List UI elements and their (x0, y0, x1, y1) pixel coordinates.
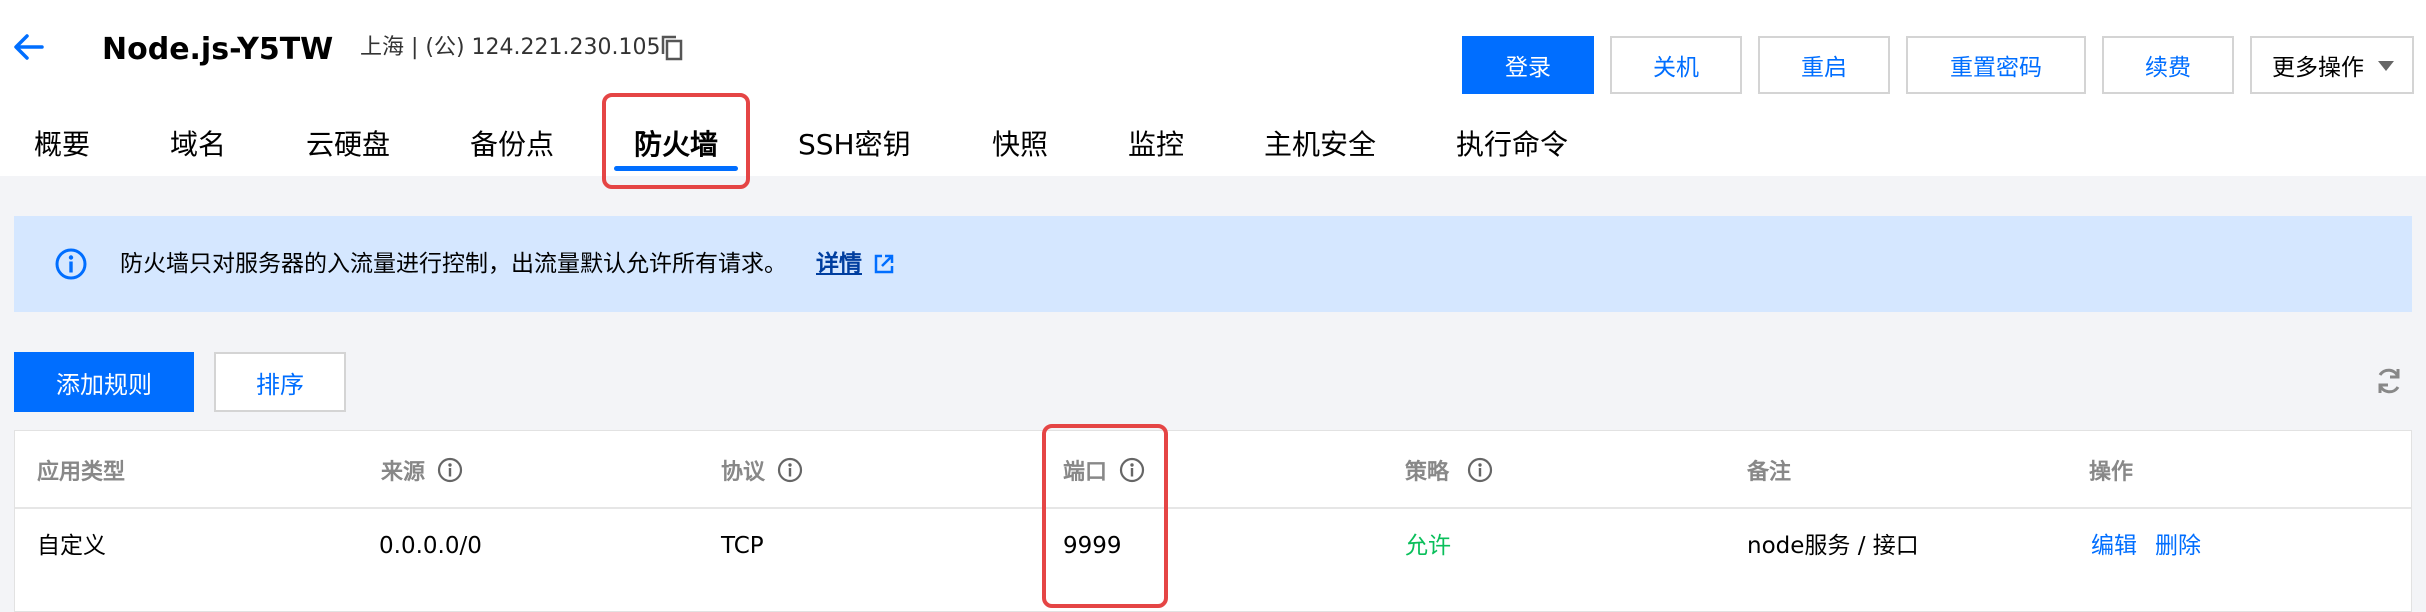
column-header-label: 应用类型 (37, 460, 126, 485)
info-icon (55, 248, 87, 280)
info-icon[interactable] (437, 457, 463, 483)
tab-snapshot[interactable]: 快照 (992, 118, 1048, 172)
column-header-protocol: 协议 (721, 431, 803, 509)
edit-link[interactable]: 编辑 (2091, 529, 2137, 563)
caret-down-icon (2378, 61, 2394, 71)
add-rule-button[interactable]: 添加规则 (14, 352, 194, 412)
details-link[interactable]: 详情 (816, 247, 862, 281)
more-actions-label: 更多操作 (2272, 55, 2364, 81)
arrow-left-icon[interactable] (12, 30, 46, 64)
column-header-label: 协议 (721, 460, 766, 485)
column-header-policy: 策略 (1405, 431, 1493, 509)
column-header-label: 操作 (2089, 460, 2134, 485)
tab-ssh-key[interactable]: SSH密钥 (798, 118, 911, 172)
table-header-row: 应用类型 来源 协议 端口 策略 备注 操作 (15, 431, 2411, 509)
tab-host-security[interactable]: 主机安全 (1264, 118, 1376, 172)
info-icon[interactable] (777, 457, 803, 483)
delete-link[interactable]: 删除 (2155, 529, 2201, 563)
tab-backup[interactable]: 备份点 (470, 118, 554, 172)
cell-app-type: 自定义 (37, 533, 106, 559)
column-header-label: 策略 (1405, 460, 1450, 485)
renew-button[interactable]: 续费 (2102, 36, 2234, 94)
cell-remark: node服务 / 接口 (1747, 533, 1919, 559)
column-header-label: 备注 (1747, 460, 1792, 485)
cell-policy: 允许 (1405, 533, 1451, 559)
reset-password-button[interactable]: 重置密码 (1906, 36, 2086, 94)
shutdown-button[interactable]: 关机 (1610, 36, 1742, 94)
column-header-label: 来源 (381, 460, 426, 485)
cell-source: 0.0.0.0/0 (379, 533, 482, 559)
column-header-source: 来源 (381, 431, 463, 509)
notice-text: 防火墙只对服务器的入流量进行控制，出流量默认允许所有请求。 (120, 251, 787, 277)
copy-icon[interactable] (660, 35, 684, 61)
tab-monitor[interactable]: 监控 (1128, 118, 1184, 172)
instance-header: Node.js-Y5TW 上海 | (公) 124.221.230.105 登录… (0, 0, 2426, 176)
refresh-icon[interactable] (2374, 366, 2404, 396)
restart-button[interactable]: 重启 (1758, 36, 1890, 94)
firewall-rules-table: 应用类型 来源 协议 端口 策略 备注 操作 自定义 0.0.0.0/0 TCP… (14, 430, 2412, 612)
instance-title: Node.js-Y5TW (102, 32, 334, 67)
firewall-tab-highlight (602, 93, 750, 189)
tab-run-command[interactable]: 执行命令 (1456, 118, 1568, 172)
column-header-app-type: 应用类型 (37, 431, 125, 509)
region-ip: 上海 | (公) 124.221.230.105 (360, 35, 661, 60)
info-icon[interactable] (1467, 457, 1493, 483)
column-header-remark: 备注 (1747, 431, 1791, 509)
sort-button[interactable]: 排序 (214, 352, 346, 412)
login-button[interactable]: 登录 (1462, 36, 1594, 94)
port-column-highlight (1042, 424, 1168, 608)
tab-domain[interactable]: 域名 (170, 118, 226, 172)
cell-protocol: TCP (721, 533, 764, 559)
external-link-icon[interactable] (873, 253, 895, 275)
more-actions-dropdown[interactable]: 更多操作 (2250, 36, 2414, 94)
column-header-actions: 操作 (2089, 431, 2133, 509)
tab-cloud-disk[interactable]: 云硬盘 (306, 118, 390, 172)
tab-overview[interactable]: 概要 (34, 118, 90, 172)
